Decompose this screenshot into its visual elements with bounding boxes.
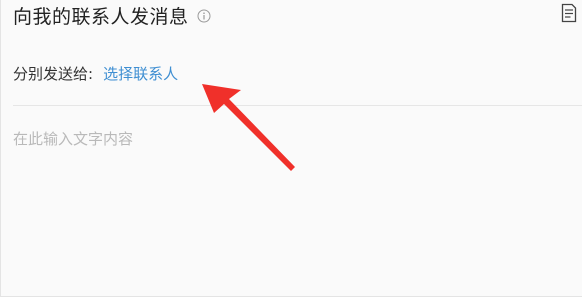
header: 向我的联系人发消息 (13, 2, 211, 28)
recipient-row: 分别发送给: 选择联系人 (13, 63, 178, 84)
select-contacts-link[interactable]: 选择联系人 (103, 63, 178, 84)
divider (13, 105, 582, 106)
recipient-label: 分别发送给: (13, 65, 94, 83)
page-title: 向我的联系人发消息 (13, 5, 189, 28)
info-icon[interactable] (197, 8, 211, 23)
document-list-icon[interactable] (561, 3, 577, 23)
message-input[interactable] (13, 122, 573, 294)
